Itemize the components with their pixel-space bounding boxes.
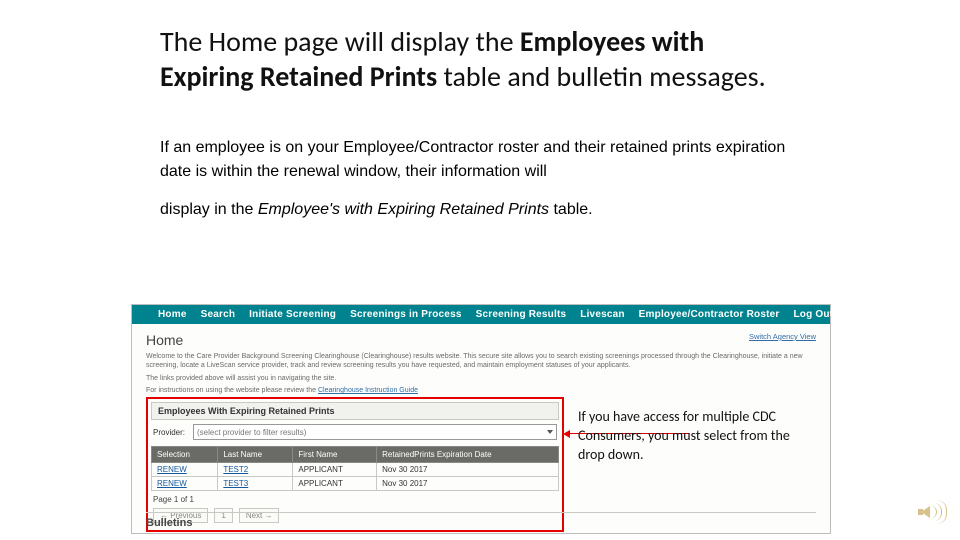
title-pre: The Home page will display the [160,24,520,59]
page-indicator: Page 1 of 1 [153,495,194,504]
welcome-blurb-1: Welcome to the Care Provider Background … [146,352,816,371]
table-row: RENEW TEST2 APPLICANT Nov 30 2017 [152,463,559,477]
nav-search[interactable]: Search [201,309,236,320]
nav-home[interactable]: Home [158,309,187,320]
para2-post: table. [549,201,593,218]
instruction-guide-link[interactable]: Clearinghouse Instruction Guide [318,387,418,394]
home-heading: Home [146,332,816,348]
dropdown-placeholder: (select provider to filter results) [197,428,306,437]
welcome-blurb-2: The links provided above will assist you… [146,374,816,383]
para2-italic: Employee's with Expiring Retained Prints [258,201,549,218]
body-paragraph: If an employee is on your Employee/Contr… [160,136,800,222]
chevron-down-icon [547,430,553,434]
bulletins-heading: Bulletins [146,512,816,529]
table-row: RENEW TEST3 APPLICANT Nov 30 2017 [152,477,559,491]
nav-screening-results[interactable]: Screening Results [476,309,567,320]
nav-screenings-in-process[interactable]: Screenings in Process [350,309,461,320]
last-name-link[interactable]: TEST3 [218,477,293,491]
expiration-cell: Nov 30 2017 [377,463,559,477]
switch-agency-view-link[interactable]: Switch Agency View [749,332,816,341]
dropdown-callout-text: If you have access for multiple CDC Cons… [578,408,798,465]
provider-dropdown[interactable]: (select provider to filter results) [193,424,557,440]
nav-livescan[interactable]: Livescan [580,309,624,320]
title-post: table and bulletin messages. [437,59,766,94]
welcome-blurb-3-pre: For instructions on using the website pl… [146,387,318,394]
expiring-prints-table: Selection Last Name First Name RetainedP… [151,446,559,491]
col-last-name: Last Name [218,447,293,463]
screenshot-navbar: Home Search Initiate Screening Screening… [132,305,830,324]
col-first-name: First Name [293,447,377,463]
expiration-cell: Nov 30 2017 [377,477,559,491]
first-name-cell: APPLICANT [293,477,377,491]
nav-initiate-screening[interactable]: Initiate Screening [249,309,336,320]
renew-link[interactable]: RENEW [152,463,218,477]
col-selection: Selection [152,447,218,463]
renew-link[interactable]: RENEW [152,477,218,491]
para-line-1: If an employee is on your Employee/Contr… [160,136,800,184]
first-name-cell: APPLICANT [293,463,377,477]
slide-title: The Home page will display the Employees… [160,24,800,94]
provider-label: Provider: [153,428,185,437]
para2-pre: display in the [160,201,258,218]
nav-logout[interactable]: Log Out [793,309,833,320]
col-expiration: RetainedPrints Expiration Date [377,447,559,463]
panel-title: Employees With Expiring Retained Prints [151,402,559,420]
speaker-icon [918,498,946,526]
last-name-link[interactable]: TEST2 [218,463,293,477]
nav-roster[interactable]: Employee/Contractor Roster [639,309,780,320]
